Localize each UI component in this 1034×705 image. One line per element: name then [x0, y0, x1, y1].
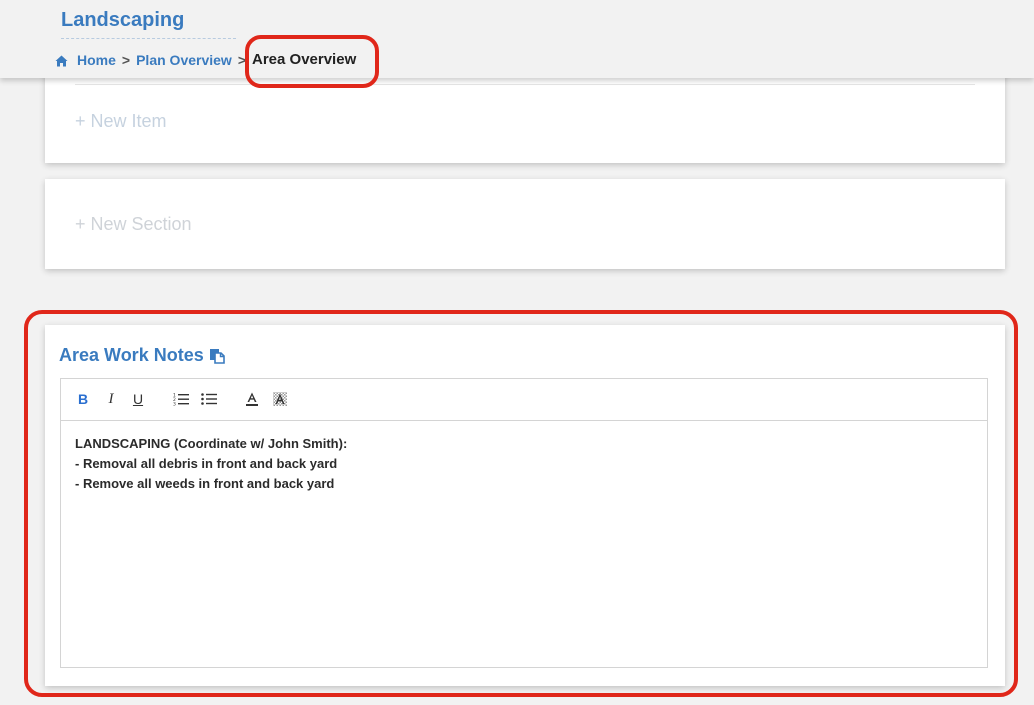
new-item-link[interactable]: + New Item — [75, 111, 167, 132]
items-card: + New Item — [45, 70, 1005, 163]
card-divider — [75, 84, 975, 85]
new-section-link[interactable]: + New Section — [75, 214, 192, 235]
new-section-card: + New Section — [45, 179, 1005, 269]
app-root: + New Item + New Section Landscaping Hom… — [0, 0, 1034, 705]
page-header: Landscaping Home > Plan Overview > Area … — [0, 0, 1034, 78]
annotation-ring-notes — [24, 310, 1018, 697]
annotation-ring-breadcrumb — [245, 35, 379, 88]
breadcrumb-plan-overview[interactable]: Plan Overview — [136, 52, 232, 68]
page-title: Landscaping — [61, 9, 236, 39]
breadcrumb-separator: > — [121, 51, 131, 68]
breadcrumb-home[interactable]: Home — [77, 52, 116, 68]
home-icon[interactable] — [55, 54, 68, 66]
